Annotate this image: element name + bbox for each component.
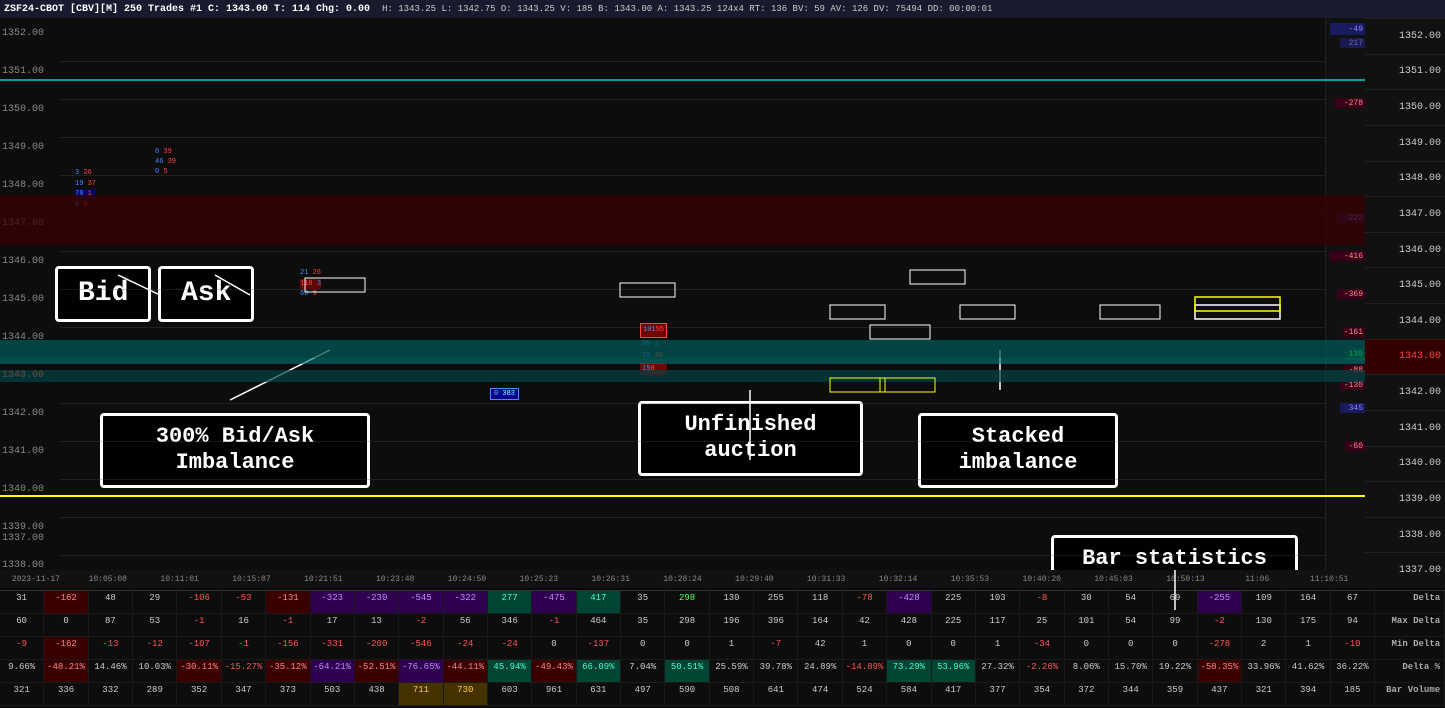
time-label-2: 10:11:01	[144, 575, 216, 584]
imbalance-annotation: 300% Bid/Ask Imbalance	[100, 413, 370, 488]
price-1341: 1341.00	[1365, 410, 1445, 446]
time-label-16: 10:50:13	[1150, 575, 1222, 584]
time-label-6: 10:24:50	[431, 575, 503, 584]
stacked-imbalance-annotation: Stacked imbalance	[918, 413, 1118, 488]
price-1351: 1351.00	[1365, 54, 1445, 90]
price-1347: 1347.00	[1365, 196, 1445, 232]
time-label-5: 10:23:48	[359, 575, 431, 584]
time-label-18: 11:10:51	[1293, 575, 1365, 584]
price-1339: 1339.00	[1365, 481, 1445, 517]
price-axis: 1352.00 1351.00 1350.00 1349.00 1348.00 …	[1365, 18, 1445, 588]
time-label-1: 10:05:08	[72, 575, 144, 584]
delta-row: 31 -162 48 29 -106 -53 -131 -323 -230 -5…	[0, 591, 1445, 614]
time-label-10: 10:29:40	[718, 575, 790, 584]
min-delta-row: -9 -162 -13 -12 -107 -1 -156 -331 -200 -…	[0, 637, 1445, 660]
symbol-label: ZSF24-CBOT [CBV][M] 250 Trades #1 C: 134…	[4, 4, 370, 15]
price-1338: 1338.00	[1365, 517, 1445, 553]
bar-volume-row: 321 336 332 289 352 347 373 503 438 711 …	[0, 683, 1445, 706]
price-1349: 1349.00	[1365, 125, 1445, 161]
price-1340: 1340.00	[1365, 446, 1445, 482]
time-label-4: 10:21:51	[287, 575, 359, 584]
price-1348: 1348.00	[1365, 161, 1445, 197]
bottom-stats-panel: 31 -162 48 29 -106 -53 -131 -323 -230 -5…	[0, 590, 1445, 708]
bid-label: Bid	[55, 266, 151, 322]
time-label-8: 10:26:31	[575, 575, 647, 584]
unfinished-auction-annotation: Unfinished auction	[638, 401, 863, 476]
time-label-9: 10:28:24	[647, 575, 719, 584]
time-label-7: 10:25:23	[503, 575, 575, 584]
max-delta-row: 60 0 87 53 -1 16 -1 17 13 -2 56 346 -1 4…	[0, 614, 1445, 637]
time-label-11: 10:31:33	[790, 575, 862, 584]
price-1345: 1345.00	[1365, 267, 1445, 303]
time-label-0: 2023-11-17	[0, 575, 72, 584]
time-label-12: 10:32:14	[862, 575, 934, 584]
ohlcv-label: H: 1343.25 L: 1342.75 O: 1343.25 V: 185 …	[382, 4, 992, 14]
time-label-3: 10:15:07	[216, 575, 288, 584]
chart-header: ZSF24-CBOT [CBV][M] 250 Trades #1 C: 134…	[0, 0, 1445, 18]
ask-label: Ask	[158, 266, 254, 322]
price-1350: 1350.00	[1365, 89, 1445, 125]
chart-area[interactable]: 0 39 46 39 0 5 Bid Ask 300% Bid/Ask Imba…	[0, 18, 1365, 588]
time-label-15: 10:45:03	[1078, 575, 1150, 584]
time-label-17: 11:06	[1221, 575, 1293, 584]
price-1352: 1352.00	[1365, 18, 1445, 54]
time-axis: 2023-11-17 10:05:08 10:11:01 10:15:07 10…	[0, 570, 1365, 588]
time-label-14: 10:40:20	[1006, 575, 1078, 584]
price-1346: 1346.00	[1365, 232, 1445, 268]
delta-pct-row: 9.66% -48.21% 14.46% 10.03% -30.11% -15.…	[0, 660, 1445, 683]
time-label-13: 10:35:53	[934, 575, 1006, 584]
price-1342: 1342.00	[1365, 374, 1445, 410]
price-1343: 1343.00	[1365, 339, 1445, 375]
price-1344: 1344.00	[1365, 303, 1445, 339]
price-1337: 1337.00	[1365, 552, 1445, 588]
